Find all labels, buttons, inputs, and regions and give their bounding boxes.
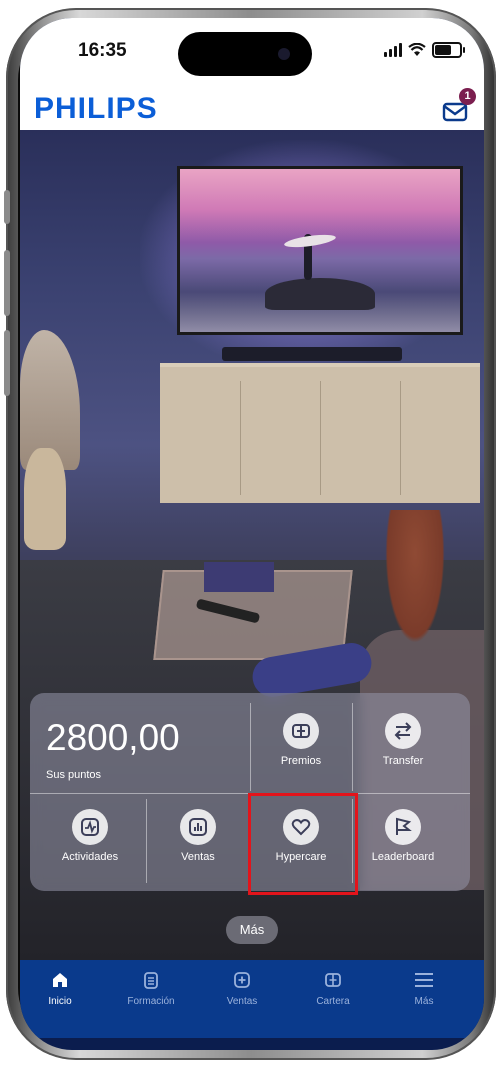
ventas-label: Ventas — [181, 851, 215, 863]
nav-item-mas[interactable]: Más — [384, 968, 464, 1007]
plus-icon — [202, 968, 282, 992]
points-card: 2800,00 Sus puntos Premios Transfer Acti… — [30, 693, 470, 895]
hypercare-highlight — [248, 793, 358, 895]
inbox-badge: 1 — [459, 88, 476, 105]
nav-label-formacion: Formación — [127, 996, 175, 1007]
nav-item-ventas[interactable]: Ventas — [202, 968, 282, 1007]
inbox-button[interactable]: 1 — [442, 88, 476, 122]
side-button — [4, 190, 10, 224]
wallet-icon — [293, 968, 373, 992]
side-button — [4, 250, 10, 316]
app-header: PHILIPS 1 — [20, 88, 484, 130]
flag-icon — [385, 809, 421, 845]
more-button[interactable]: Más — [226, 916, 278, 944]
nav-label-cartera: Cartera — [316, 996, 350, 1007]
home-icon — [20, 968, 100, 992]
menu-icon — [384, 968, 464, 992]
actividades-button[interactable]: Actividades — [40, 809, 140, 863]
status-bar: 16:35 — [20, 18, 484, 90]
chart-icon — [180, 809, 216, 845]
bottom-nav: Inicio Formación Ventas Cartera Más — [20, 960, 484, 1038]
nav-item-formacion[interactable]: Formación — [111, 968, 191, 1007]
points-label: Sus puntos — [46, 769, 102, 781]
nav-label-inicio: Inicio — [48, 996, 72, 1007]
transfer-label: Transfer — [382, 755, 424, 767]
premios-button[interactable]: Premios — [251, 713, 351, 767]
premios-label: Premios — [280, 755, 322, 767]
nav-label-ventas: Ventas — [226, 996, 258, 1007]
gift-icon — [283, 713, 319, 749]
status-time: 16:35 — [78, 40, 127, 61]
system-icons — [384, 42, 465, 58]
document-icon — [111, 968, 191, 992]
nav-label-mas: Más — [414, 996, 434, 1007]
nav-item-cartera[interactable]: Cartera — [293, 968, 373, 1007]
leaderboard-button[interactable]: Leaderboard — [353, 809, 453, 863]
battery-icon — [432, 42, 465, 58]
nav-item-inicio[interactable]: Inicio — [20, 968, 100, 1007]
points-value: 2800,00 — [46, 717, 180, 758]
signal-icon — [384, 43, 402, 57]
transfer-button[interactable]: Transfer — [353, 713, 453, 767]
ventas-button[interactable]: Ventas — [148, 809, 248, 863]
screen: 16:35 PHILIPS 1 2800,00 Sus puntos Premi… — [20, 18, 484, 1050]
dynamic-island — [178, 32, 312, 76]
actividades-label: Actividades — [61, 851, 119, 863]
camera — [278, 48, 290, 60]
activity-icon — [72, 809, 108, 845]
tv-illustration — [177, 166, 463, 335]
brand-logo: PHILIPS — [34, 92, 158, 125]
side-button — [4, 330, 10, 396]
wifi-icon — [408, 43, 426, 56]
leaderboard-label: Leaderboard — [371, 851, 435, 863]
transfer-icon — [385, 713, 421, 749]
